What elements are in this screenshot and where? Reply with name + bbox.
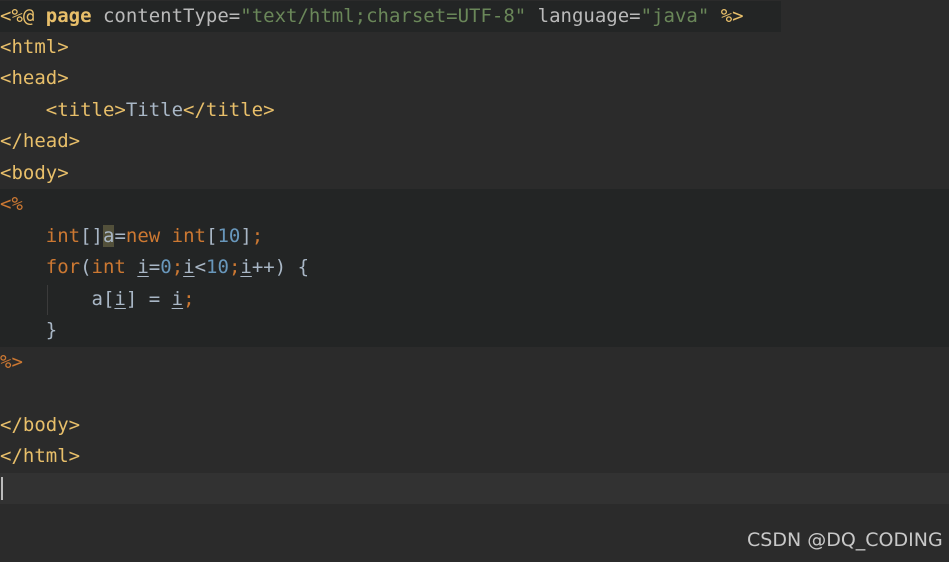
code-line-12[interactable]: %> <box>0 347 949 378</box>
code-line-14[interactable]: </body> <box>0 410 949 441</box>
current-line-highlight <box>0 473 949 504</box>
code-line-11[interactable]: } <box>0 315 949 346</box>
semicolon: ; <box>251 225 264 247</box>
new-keyword: new <box>125 225 161 247</box>
title-open-tag: <title> <box>45 99 126 121</box>
code-line-1[interactable]: <%@ page contentType="text/html;charset=… <box>0 1 949 32</box>
paren-open: ( <box>80 256 92 278</box>
variable-a-highlighted: a <box>102 225 115 247</box>
assign-operator: = <box>148 256 161 278</box>
content-type-value: "text/html;charset=UTF-8" <box>240 5 527 27</box>
code-line-6[interactable]: <body> <box>0 158 949 189</box>
loop-var-i: i <box>137 256 149 278</box>
loop-var-i: i <box>114 288 126 310</box>
assign-operator: = <box>114 225 126 247</box>
number-zero: 0 <box>160 256 172 278</box>
code-line-13[interactable] <box>0 378 949 409</box>
for-keyword: for <box>45 256 81 278</box>
increment-and-brace: ++) { <box>251 256 310 278</box>
jsp-directive-close: %> <box>709 5 744 27</box>
page-keyword: page <box>45 5 92 27</box>
less-than-operator: < <box>194 256 207 278</box>
int-keyword: int <box>45 225 81 247</box>
jsp-directive-open: <%@ <box>0 5 46 27</box>
semicolon: ; <box>228 256 241 278</box>
loop-var-i: i <box>171 288 184 310</box>
loop-var-i: i <box>183 256 195 278</box>
code-line-5[interactable]: </head> <box>0 126 949 157</box>
code-line-15[interactable]: </html> <box>0 441 949 472</box>
code-line-8[interactable]: int[]a=new int[10]; <box>0 221 949 252</box>
code-line-9[interactable]: for(int i=0;i<10;i++) { <box>0 252 949 283</box>
code-line-7[interactable]: <% <box>0 189 949 220</box>
array-var-a: a <box>91 288 103 310</box>
bracket-open: [ <box>206 225 218 247</box>
content-type-attr: contentType= <box>91 5 241 27</box>
language-value: "java" <box>640 5 710 27</box>
code-line-4[interactable]: <title>Title</title> <box>0 95 949 126</box>
title-close-tag: </title> <box>183 99 275 121</box>
loop-var-i: i <box>240 256 252 278</box>
int-keyword: int <box>91 256 126 278</box>
watermark-text: CSDN @DQ_CODING <box>747 529 943 551</box>
text-caret <box>1 477 3 500</box>
int-keyword: int <box>171 225 206 247</box>
title-text: Title <box>125 99 184 121</box>
code-line-2[interactable]: <html> <box>0 32 949 63</box>
code-line-10[interactable]: a[i] = i; <box>0 284 949 315</box>
bracket-open: [ <box>102 288 115 310</box>
semicolon: ; <box>171 256 184 278</box>
code-line-3[interactable]: <head> <box>0 63 949 94</box>
bracket-close: ] <box>240 225 252 247</box>
language-attr: language= <box>526 5 641 27</box>
array-size-number: 10 <box>217 225 241 247</box>
array-brackets: [] <box>80 225 103 247</box>
number-ten: 10 <box>206 256 229 278</box>
code-editor[interactable]: <%@ page contentType="text/html;charset=… <box>0 0 949 562</box>
semicolon: ; <box>183 288 195 310</box>
bracket-assign: ] = <box>125 288 172 310</box>
